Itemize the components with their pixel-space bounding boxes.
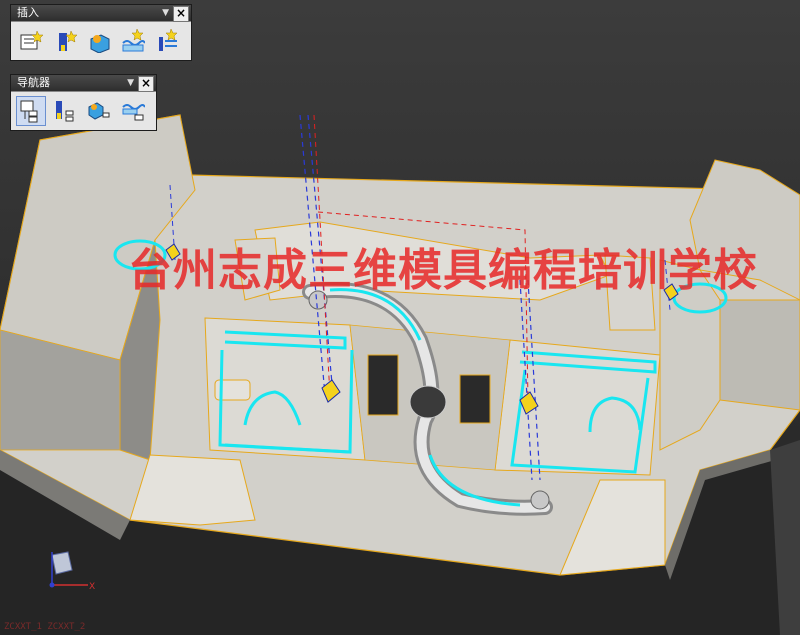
close-icon[interactable]: × [173, 6, 189, 22]
create-method-icon [122, 29, 145, 52]
status-text: ZCXXT_1 ZCXXT_2 [4, 622, 86, 632]
insert-toolbar-titlebar[interactable]: 插入 ▼ × [11, 5, 191, 22]
toolbar-options-icon[interactable]: ▼ [127, 75, 134, 91]
create-program-button[interactable] [16, 26, 46, 56]
geometry-view-button[interactable] [84, 96, 114, 126]
close-icon[interactable]: × [138, 76, 154, 92]
machining-method-view-button[interactable] [118, 96, 148, 126]
create-operation-button[interactable] [152, 26, 182, 56]
create-geometry-icon [90, 34, 110, 53]
machine-tool-view-button[interactable] [50, 96, 80, 126]
toolbar-options-icon[interactable]: ▼ [162, 5, 169, 21]
create-program-icon [20, 30, 43, 50]
machine-tool-view-icon [56, 101, 74, 122]
geometry-view-icon [88, 102, 110, 120]
axis-x-label: X [89, 582, 95, 592]
machining-method-view-icon [122, 104, 145, 121]
create-tool-icon [59, 30, 77, 51]
navigator-toolbar: 导航器 ▼ × [10, 74, 157, 131]
create-geometry-button[interactable] [84, 26, 114, 56]
navigator-toolbar-title: 导航器 [17, 76, 50, 89]
create-method-button[interactable] [118, 26, 148, 56]
insert-toolbar: 插入 ▼ × [10, 4, 192, 61]
navigator-toolbar-titlebar[interactable]: 导航器 ▼ × [11, 75, 156, 92]
create-operation-icon [159, 29, 178, 51]
program-order-view-button[interactable] [16, 96, 46, 126]
program-order-view-icon [20, 100, 38, 123]
watermark-text: 台州志成三维模具编程培训学校 [128, 245, 758, 296]
insert-toolbar-title: 插入 [17, 6, 39, 19]
create-tool-button[interactable] [50, 26, 80, 56]
